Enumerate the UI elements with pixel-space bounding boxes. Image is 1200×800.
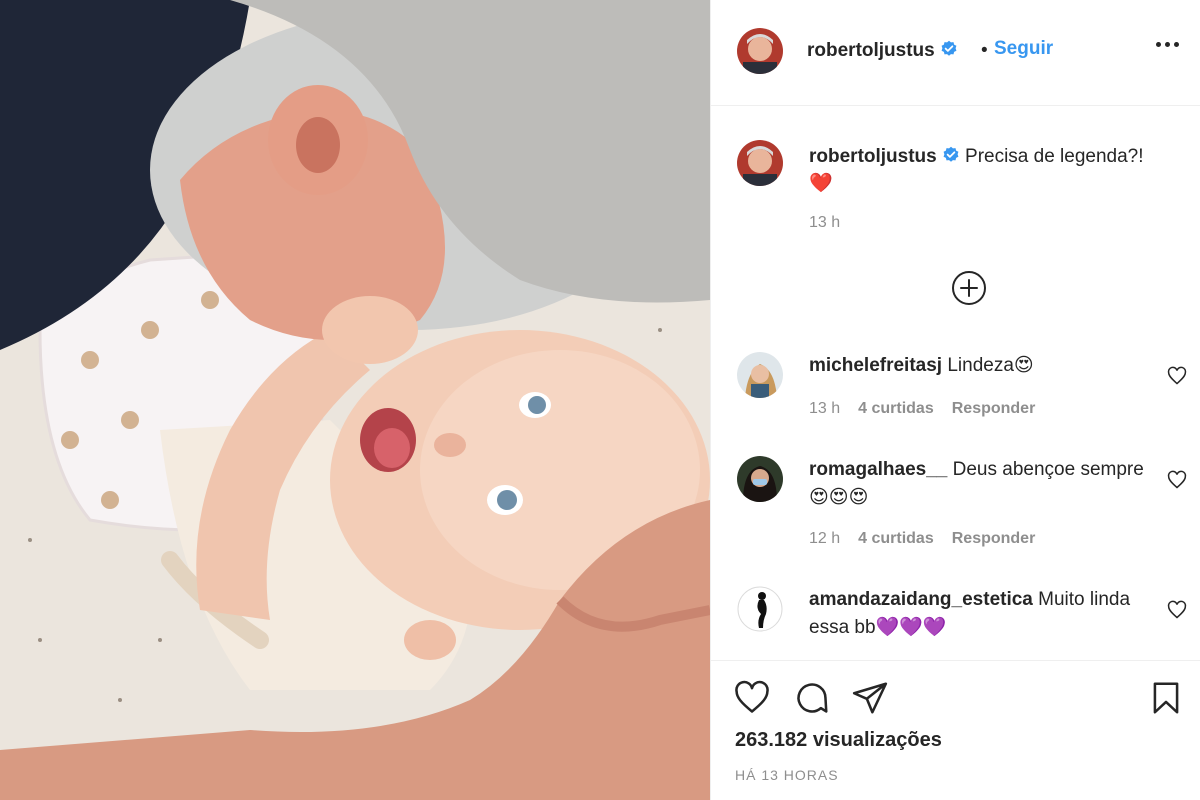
more-options-icon[interactable] [1156, 42, 1179, 47]
bookmark-icon[interactable] [1147, 679, 1185, 717]
caption-body: Precisa de legenda?! [965, 146, 1144, 167]
comment-text: amandazaidang_estetica Muito linda essa … [809, 586, 1149, 642]
verified-badge-icon [942, 145, 960, 163]
view-count[interactable]: 263.182 visualizações [735, 729, 942, 752]
comment-username[interactable]: romagalhaes__ [809, 459, 947, 480]
comment-username[interactable]: michelefreitasj [809, 355, 942, 376]
caption-text: robertoljustus Precisa de legenda?! ❤️ [809, 143, 1179, 197]
caption-author-avatar[interactable] [737, 140, 783, 186]
heart-icon[interactable] [1167, 600, 1187, 620]
post-sidebar: robertoljustus • Seguir robertoljustus P… [710, 0, 1200, 800]
follow-button[interactable]: Seguir [994, 38, 1053, 60]
comment-likes[interactable]: 4 curtidas [858, 530, 934, 548]
comment-bubble-icon[interactable] [793, 679, 831, 717]
comment-meta: 12 h 4 curtidas Responder [809, 530, 1035, 548]
header-separator: • [981, 40, 988, 61]
post-actions: 263.182 visualizações HÁ 13 HORAS [711, 660, 1200, 800]
post-header: robertoljustus • Seguir [711, 0, 1200, 106]
comment-text: michelefreitasj Lindeza😍 [809, 352, 1149, 380]
post-timestamp: HÁ 13 HORAS [735, 767, 839, 783]
commenter-avatar[interactable] [737, 586, 783, 632]
author-avatar[interactable] [737, 28, 783, 74]
heart-icon[interactable] [1167, 366, 1187, 386]
comment-timestamp: 13 h [809, 400, 841, 417]
verified-badge-icon [940, 40, 958, 58]
caption-username[interactable]: robertoljustus [809, 146, 937, 167]
post-media[interactable] [0, 0, 710, 800]
comment-likes[interactable]: 4 curtidas [858, 400, 934, 418]
commenter-avatar[interactable] [737, 456, 783, 502]
comment-username[interactable]: amandazaidang_estetica [809, 589, 1033, 610]
caption-timestamp: 13 h [809, 214, 841, 231]
author-username-text[interactable]: robertoljustus [807, 40, 935, 61]
comment-text: romagalhaes__ Deus abençoe sempre 😍😍😍 [809, 456, 1149, 512]
author-username[interactable]: robertoljustus [807, 40, 958, 62]
caption-emoji: ❤️ [809, 173, 833, 194]
post-photo [0, 0, 710, 800]
paper-plane-icon[interactable] [851, 679, 889, 717]
comment-body: Lindeza😍 [947, 355, 1034, 376]
heart-icon[interactable] [733, 679, 771, 717]
reply-button[interactable]: Responder [952, 400, 1036, 418]
heart-icon[interactable] [1167, 470, 1187, 490]
comment-meta: 13 h 4 curtidas Responder [809, 400, 1035, 418]
commenter-avatar[interactable] [737, 352, 783, 398]
plus-circle-icon[interactable] [951, 270, 987, 306]
comment-timestamp: 12 h [809, 530, 841, 547]
reply-button[interactable]: Responder [952, 530, 1036, 548]
